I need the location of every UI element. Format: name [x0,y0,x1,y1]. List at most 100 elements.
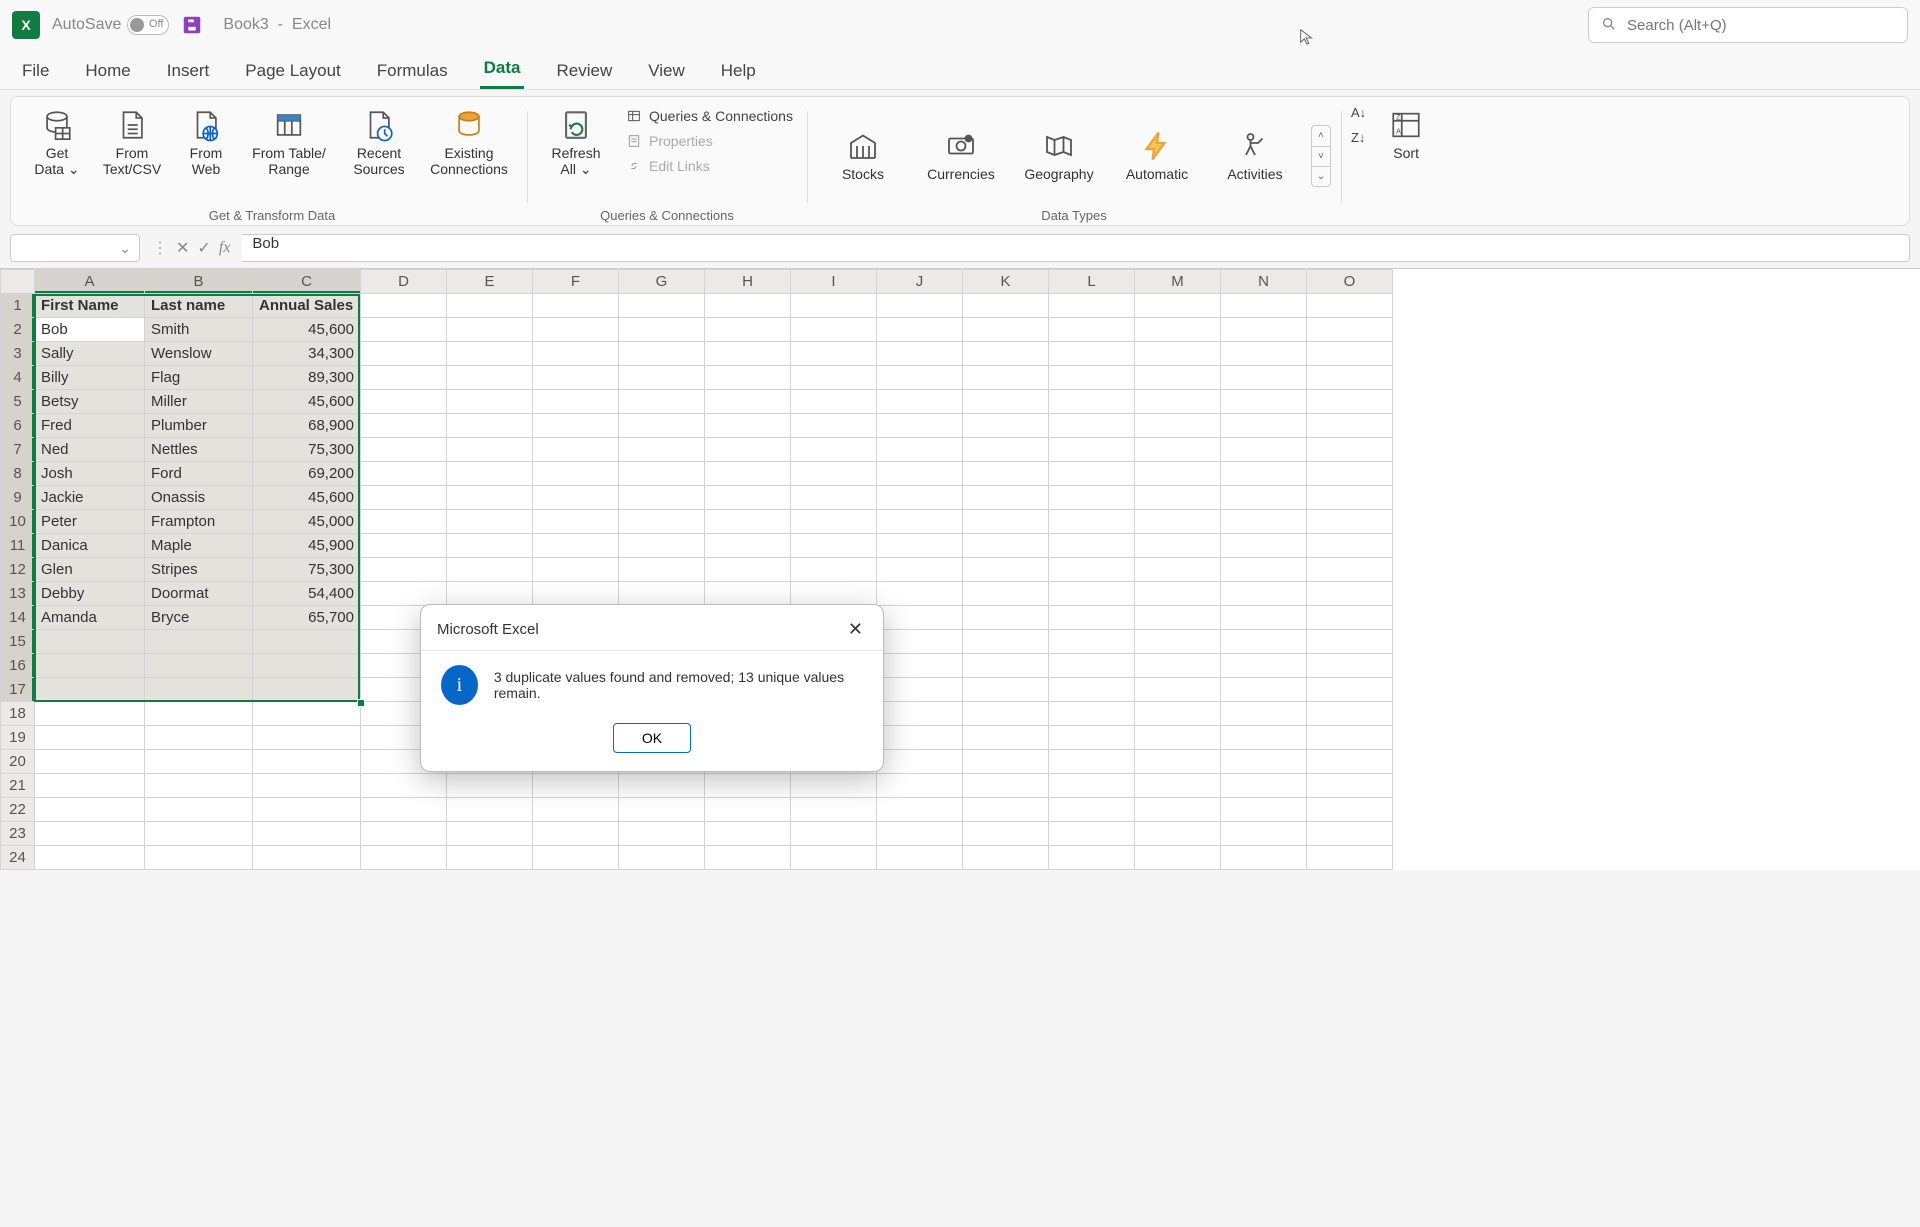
cell-B8[interactable]: Ford [145,462,253,486]
cell-E12[interactable] [447,558,533,582]
cell-M18[interactable] [1135,702,1221,726]
cell-A2[interactable]: Bob [35,318,145,342]
chevron-down-icon[interactable]: ⌄ [119,240,131,257]
cell-M6[interactable] [1135,414,1221,438]
cell-O14[interactable] [1307,606,1393,630]
cell-M1[interactable] [1135,294,1221,318]
cell-I12[interactable] [791,558,877,582]
cell-L1[interactable] [1049,294,1135,318]
cell-B10[interactable]: Frampton [145,510,253,534]
col-header-N[interactable]: N [1221,270,1307,294]
cell-L5[interactable] [1049,390,1135,414]
cell-M10[interactable] [1135,510,1221,534]
cell-A14[interactable]: Amanda [35,606,145,630]
cell-M2[interactable] [1135,318,1221,342]
col-header-A[interactable]: A [35,270,145,294]
tab-insert[interactable]: Insert [163,55,214,89]
cell-B22[interactable] [145,798,253,822]
cell-A16[interactable] [35,654,145,678]
cell-D2[interactable] [361,318,447,342]
cell-O11[interactable] [1307,534,1393,558]
cell-K6[interactable] [963,414,1049,438]
tab-home[interactable]: Home [81,55,134,89]
search-box[interactable] [1588,7,1908,43]
cell-O5[interactable] [1307,390,1393,414]
cell-N24[interactable] [1221,846,1307,870]
cell-G21[interactable] [619,774,705,798]
cell-C22[interactable] [253,798,361,822]
row-header-7[interactable]: 7 [1,438,35,462]
cell-C10[interactable]: 45,000 [253,510,361,534]
cell-E2[interactable] [447,318,533,342]
cell-E3[interactable] [447,342,533,366]
cell-I11[interactable] [791,534,877,558]
cell-C1[interactable]: Annual Sales [253,294,361,318]
cell-C8[interactable]: 69,200 [253,462,361,486]
row-header-2[interactable]: 2 [1,318,35,342]
col-header-D[interactable]: D [361,270,447,294]
cell-G9[interactable] [619,486,705,510]
cell-L2[interactable] [1049,318,1135,342]
cell-L14[interactable] [1049,606,1135,630]
cell-G2[interactable] [619,318,705,342]
data-type-geography-button[interactable]: Geography [1013,126,1105,184]
cell-I1[interactable] [791,294,877,318]
cell-F13[interactable] [533,582,619,606]
tab-data[interactable]: Data [480,52,525,89]
col-header-J[interactable]: J [877,270,963,294]
cell-I9[interactable] [791,486,877,510]
cell-G7[interactable] [619,438,705,462]
cell-L17[interactable] [1049,678,1135,702]
cell-O17[interactable] [1307,678,1393,702]
cell-A6[interactable]: Fred [35,414,145,438]
cell-E6[interactable] [447,414,533,438]
row-header-21[interactable]: 21 [1,774,35,798]
cell-H7[interactable] [705,438,791,462]
cell-I21[interactable] [791,774,877,798]
cell-N8[interactable] [1221,462,1307,486]
cell-B4[interactable]: Flag [145,366,253,390]
cell-C23[interactable] [253,822,361,846]
cell-L7[interactable] [1049,438,1135,462]
cell-M14[interactable] [1135,606,1221,630]
cell-C21[interactable] [253,774,361,798]
cell-M16[interactable] [1135,654,1221,678]
cell-J15[interactable] [877,630,963,654]
cell-L3[interactable] [1049,342,1135,366]
cell-A10[interactable]: Peter [35,510,145,534]
cell-K3[interactable] [963,342,1049,366]
cell-F10[interactable] [533,510,619,534]
row-header-14[interactable]: 14 [1,606,35,630]
from-web-button[interactable]: FromWeb [177,105,235,179]
cell-G22[interactable] [619,798,705,822]
cell-J8[interactable] [877,462,963,486]
cell-K4[interactable] [963,366,1049,390]
col-header-L[interactable]: L [1049,270,1135,294]
cell-F24[interactable] [533,846,619,870]
cell-B20[interactable] [145,750,253,774]
cell-G10[interactable] [619,510,705,534]
chevron-down-icon[interactable]: ⌄ [1312,166,1330,186]
cell-D23[interactable] [361,822,447,846]
cell-A19[interactable] [35,726,145,750]
cell-N17[interactable] [1221,678,1307,702]
cell-N19[interactable] [1221,726,1307,750]
cell-N23[interactable] [1221,822,1307,846]
row-header-17[interactable]: 17 [1,678,35,702]
cell-A13[interactable]: Debby [35,582,145,606]
cell-I8[interactable] [791,462,877,486]
data-type-currencies-button[interactable]: Currencies [915,126,1007,184]
row-header-15[interactable]: 15 [1,630,35,654]
cell-G5[interactable] [619,390,705,414]
cell-F5[interactable] [533,390,619,414]
cell-H22[interactable] [705,798,791,822]
cell-N12[interactable] [1221,558,1307,582]
autosave-toggle[interactable]: AutoSave Off [52,15,169,35]
search-input[interactable] [1627,17,1895,34]
row-header-13[interactable]: 13 [1,582,35,606]
cell-K12[interactable] [963,558,1049,582]
cell-D6[interactable] [361,414,447,438]
cell-H21[interactable] [705,774,791,798]
row-header-3[interactable]: 3 [1,342,35,366]
tab-review[interactable]: Review [552,55,616,89]
